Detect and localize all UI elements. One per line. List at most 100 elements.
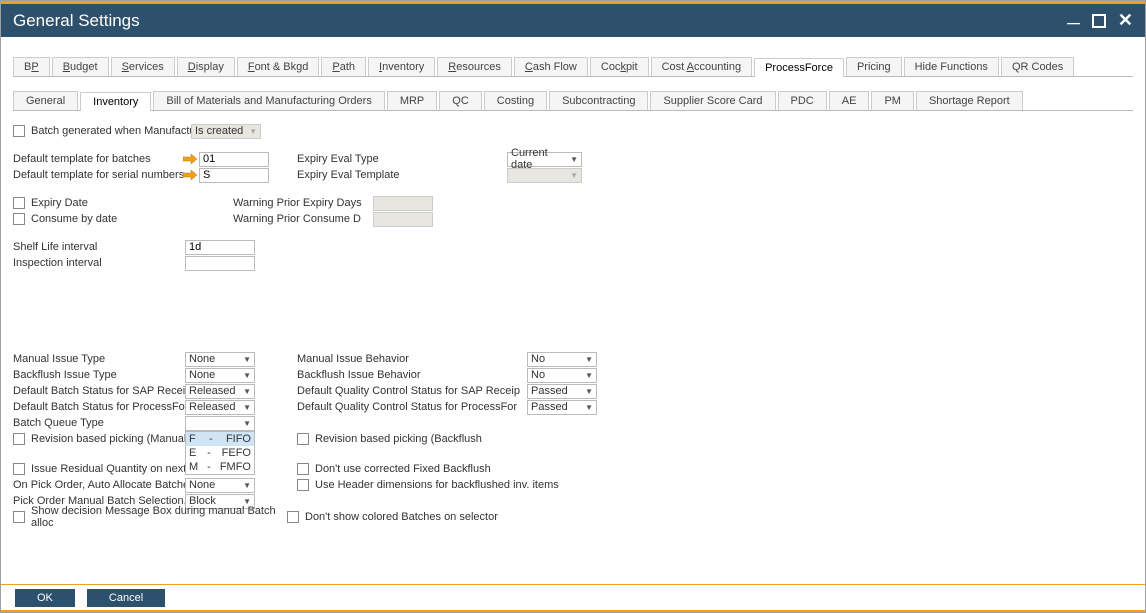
batch-queue-option-fifo[interactable]: F-FIFO [186,432,254,446]
default-batch-status-pf-label: Default Batch Status for ProcessForce [13,401,185,413]
expiry-eval-type-dropdown[interactable]: Current date [507,152,582,167]
manual-issue-behavior-dropdown[interactable]: No [527,352,597,367]
main-tab-path[interactable]: Path [321,57,366,76]
show-decision-msgbox-label: Show decision Message Box during manual … [31,505,287,529]
link-arrow-icon[interactable] [183,169,197,181]
main-tab-hide-functions[interactable]: Hide Functions [904,57,999,76]
main-tab-qr-codes[interactable]: QR Codes [1001,57,1074,76]
default-batch-status-pf-dropdown[interactable]: Released [185,400,255,415]
sub-tab-general[interactable]: General [13,91,78,110]
default-batch-status-sap-label: Default Batch Status for SAP Recei [13,385,185,397]
batch-queue-dropdown-list: F-FIFOE-FEFOM-FMFO [185,431,255,475]
show-decision-msgbox-checkbox[interactable] [13,511,25,523]
window-title: General Settings [13,11,140,31]
sub-tab-inventory[interactable]: Inventory [80,92,151,111]
main-tab-row: BPBudgetServicesDisplayFont & BkgdPathIn… [13,57,1133,77]
main-tab-cost-accounting[interactable]: Cost Accounting [651,57,753,76]
dont-show-colored-checkbox[interactable] [287,511,299,523]
default-qc-status-pf-dropdown[interactable]: Passed [527,400,597,415]
window-controls [1067,10,1133,31]
expiry-eval-template-dropdown[interactable] [507,168,582,183]
dont-show-colored-label: Don't show colored Batches on selector [305,511,498,523]
default-batch-status-sap-dropdown[interactable]: Released [185,384,255,399]
sub-tab-pm[interactable]: PM [871,91,914,110]
link-arrow-icon[interactable] [183,153,197,165]
minimize-icon[interactable] [1067,10,1080,31]
shelf-life-label: Shelf Life interval [13,241,185,253]
default-qc-status-pf-label: Default Quality Control Status for Proce… [297,401,527,413]
main-tab-inventory[interactable]: Inventory [368,57,435,76]
expiry-date-checkbox[interactable] [13,197,25,209]
title-bar: General Settings [1,1,1145,37]
use-header-dimensions-label: Use Header dimensions for backflushed in… [315,479,595,491]
sub-tab-subcontracting[interactable]: Subcontracting [549,91,648,110]
dont-use-corrected-checkbox[interactable] [297,463,309,475]
expiry-date-label: Expiry Date [31,197,201,209]
batch-queue-option-fefo[interactable]: E-FEFO [186,446,254,460]
sub-tab-supplier-score-card[interactable]: Supplier Score Card [650,91,775,110]
main-tab-bp[interactable]: BP [13,57,50,76]
cancel-button[interactable]: Cancel [87,589,165,607]
main-tab-budget[interactable]: Budget [52,57,109,76]
batch-generated-dropdown[interactable]: Is created [191,124,261,139]
shelf-life-input[interactable] [185,240,255,255]
close-icon[interactable] [1118,10,1133,31]
main-tab-processforce[interactable]: ProcessForce [754,58,844,77]
warning-prior-consume-input[interactable] [373,212,433,227]
main-tab-cash-flow[interactable]: Cash Flow [514,57,588,76]
use-header-dimensions-checkbox[interactable] [297,479,309,491]
main-tab-display[interactable]: Display [177,57,235,76]
revision-picking-backflush-label: Revision based picking (Backflush [315,433,525,445]
bottom-bar: OK Cancel [1,584,1145,612]
warning-prior-consume-label: Warning Prior Consume D [233,213,373,225]
backflush-issue-behavior-dropdown[interactable]: No [527,368,597,383]
default-qc-status-sap-dropdown[interactable]: Passed [527,384,597,399]
consume-by-date-label: Consume by date [31,213,201,225]
batch-generated-label: Batch generated when Manufactu [31,125,191,137]
sub-tab-costing[interactable]: Costing [484,91,547,110]
revision-picking-manual-checkbox[interactable] [13,433,25,445]
main-tab-resources[interactable]: Resources [437,57,512,76]
default-template-batches-input[interactable] [199,152,269,167]
sub-tab-pdc[interactable]: PDC [778,91,827,110]
default-qc-status-sap-label: Default Quality Control Status for SAP R… [297,385,527,397]
manual-issue-behavior-label: Manual Issue Behavior [297,353,527,365]
main-tab-pricing[interactable]: Pricing [846,57,902,76]
batch-queue-option-fmfo[interactable]: M-FMFO [186,460,254,474]
batch-queue-type-dropdown[interactable] [185,416,255,431]
main-tab-services[interactable]: Services [111,57,175,76]
expiry-eval-template-label: Expiry Eval Template [297,169,507,181]
consume-by-date-checkbox[interactable] [13,213,25,225]
sub-tab-qc[interactable]: QC [439,91,482,110]
batch-generated-checkbox[interactable] [13,125,25,137]
default-template-serial-input[interactable] [199,168,269,183]
revision-picking-backflush-checkbox[interactable] [297,433,309,445]
backflush-issue-type-label: Backflush Issue Type [13,369,185,381]
dont-use-corrected-label: Don't use corrected Fixed Backflush [315,463,575,475]
sub-tab-ae[interactable]: AE [829,91,870,110]
inventory-panel: Batch generated when Manufactu Is create… [13,111,1133,525]
expiry-eval-type-label: Expiry Eval Type [297,153,507,165]
backflush-issue-type-dropdown[interactable]: None [185,368,255,383]
issue-residual-label: Issue Residual Quantity on next G [31,463,185,475]
revision-picking-manual-label: Revision based picking (Manual) [31,433,185,445]
default-template-serial-label: Default template for serial numbers [13,169,183,181]
main-tab-cockpit[interactable]: Cockpit [590,57,649,76]
manual-issue-type-dropdown[interactable]: None [185,352,255,367]
backflush-issue-behavior-label: Backflush Issue Behavior [297,369,527,381]
sub-tab-bill-of-materials-and-manufacturing-orders[interactable]: Bill of Materials and Manufacturing Orde… [153,91,384,110]
batch-queue-type-label: Batch Queue Type [13,417,185,429]
ok-button[interactable]: OK [15,589,75,607]
sub-tab-row: GeneralInventoryBill of Materials and Ma… [13,91,1133,111]
warning-prior-expiry-input[interactable] [373,196,433,211]
sub-tab-shortage-report[interactable]: Shortage Report [916,91,1023,110]
default-template-batches-label: Default template for batches [13,153,183,165]
on-pick-auto-allocate-dropdown[interactable]: None [185,478,255,493]
maximize-icon[interactable] [1092,14,1106,28]
on-pick-auto-allocate-label: On Pick Order, Auto Allocate Batche [13,479,185,491]
main-tab-font-bkgd[interactable]: Font & Bkgd [237,57,320,76]
sub-tab-mrp[interactable]: MRP [387,91,437,110]
issue-residual-checkbox[interactable] [13,463,25,475]
warning-prior-expiry-label: Warning Prior Expiry Days [233,197,373,209]
inspection-interval-input[interactable] [185,256,255,271]
